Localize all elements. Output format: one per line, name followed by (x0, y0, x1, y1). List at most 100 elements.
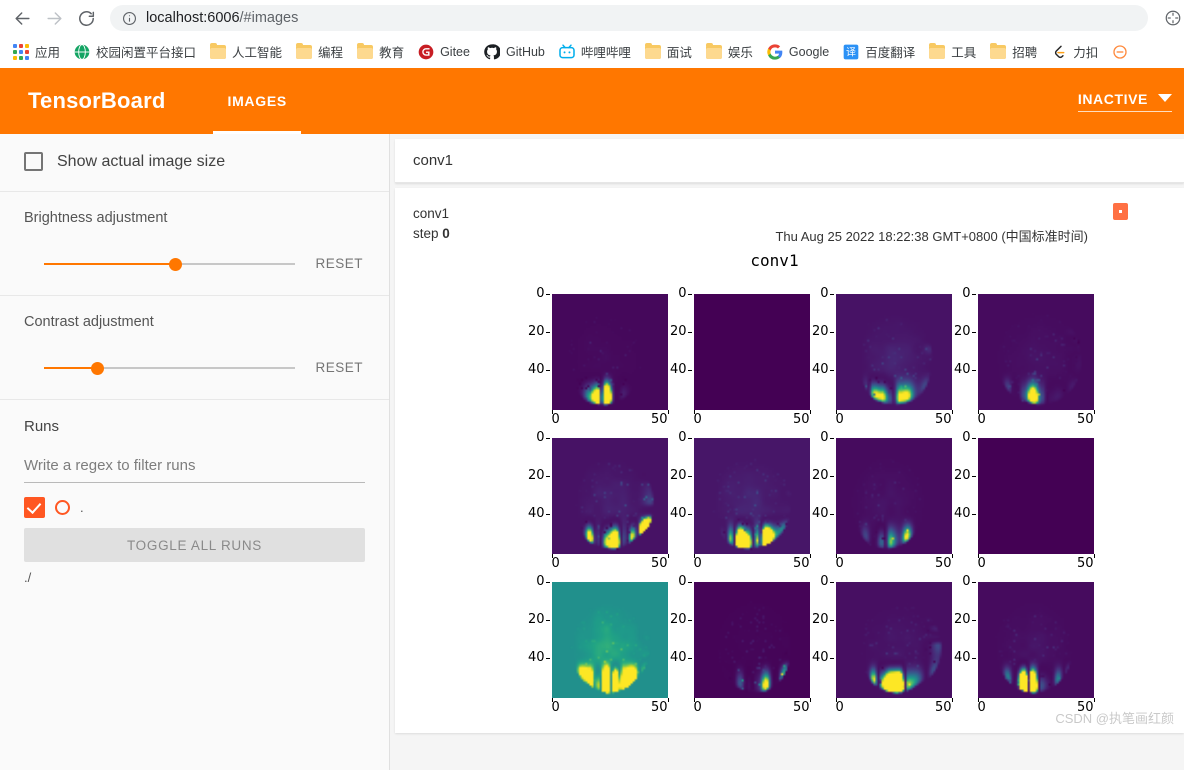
run-color-circle-icon (55, 500, 70, 515)
bookmark-recruitment[interactable]: 招聘 (983, 39, 1044, 64)
y-axis-tick-label: 0 (798, 286, 834, 301)
runs-filter-input[interactable] (24, 457, 365, 483)
apps-grid-icon (13, 43, 29, 60)
run-item[interactable]: . (24, 497, 365, 518)
y-axis-tick-label: 20 (514, 468, 550, 483)
image-card: conv1 step 0 Thu Aug 25 2022 18:22:38 GM… (395, 188, 1184, 733)
folder-icon (705, 42, 722, 59)
tensorboard-logo[interactable]: TensorBoard (0, 68, 207, 134)
y-axis-tick-label: 40 (514, 650, 550, 665)
contrast-slider[interactable] (44, 359, 296, 377)
brightness-label: Brightness adjustment (24, 210, 168, 226)
sidebar: Show actual image size Brightness adjust… (0, 134, 390, 770)
contrast-reset-button[interactable]: RESET (313, 356, 365, 379)
subplot: 0 20 40 0 50 (940, 574, 1095, 718)
bookmark-label: 招聘 (1012, 46, 1038, 60)
feature-map-image (693, 582, 810, 698)
bookmark-ai[interactable]: 人工智能 (203, 39, 289, 64)
feature-map-canvas (693, 438, 810, 554)
toggle-all-runs-button[interactable]: TOGGLE ALL RUNS (24, 528, 365, 562)
y-axis-tick-label: 20 (656, 612, 692, 627)
extension-icon[interactable] (1164, 9, 1182, 27)
site-info-icon[interactable] (122, 11, 137, 26)
brightness-reset-button[interactable]: RESET (313, 252, 365, 275)
y-axis-tick-label: 20 (656, 468, 692, 483)
folder-icon (357, 42, 374, 59)
x-axis-tick-labels: 0 50 (552, 700, 668, 715)
run-path-label: ./ (24, 570, 32, 585)
bookmark-label: 工具 (951, 46, 977, 60)
y-axis-tick-label: 0 (798, 430, 834, 445)
x-axis-tick-label: 0 (977, 412, 986, 427)
show-actual-size-row[interactable]: Show actual image size (24, 152, 365, 171)
y-axis-tick-label: 40 (940, 650, 976, 665)
subplot: 0 20 40 0 50 (656, 430, 811, 574)
bookmark-programming[interactable]: 编程 (289, 39, 350, 64)
back-arrow-icon[interactable] (8, 4, 36, 32)
bookmark-overflow[interactable] (1105, 41, 1135, 63)
run-name-label: . (80, 500, 84, 515)
contrast-label: Contrast adjustment (24, 314, 154, 330)
subplot: 0 20 40 0 50 (798, 286, 953, 430)
y-axis-tick-label: 40 (656, 650, 692, 665)
feature-map-canvas (693, 582, 810, 698)
image-step: step 0 (413, 224, 450, 244)
bookmark-label: 编程 (318, 46, 344, 60)
bookmarks-bar: 应用 校园闲置平台接口 人工智能 编程 教育 Gitee GitHub 哔哩哔哩… (0, 36, 1184, 68)
x-axis-tick-labels: 0 50 (694, 556, 810, 571)
show-actual-size-section: Show actual image size (0, 134, 389, 192)
bookmark-apps[interactable]: 应用 (6, 39, 67, 64)
category-card: conv1 (395, 139, 1184, 183)
svg-text:译: 译 (846, 46, 856, 58)
feature-map-image (977, 582, 1094, 698)
show-actual-size-checkbox[interactable] (24, 152, 43, 171)
brightness-slider[interactable] (44, 255, 296, 273)
x-axis-tick-labels: 0 50 (552, 556, 668, 571)
bookmark-interview[interactable]: 面试 (638, 39, 699, 64)
feature-map-image (835, 582, 952, 698)
bilibili-icon (559, 43, 575, 58)
y-axis-tick-label: 40 (940, 506, 976, 521)
bookmark-baidu-translate[interactable]: 译 百度翻译 (836, 39, 922, 64)
image-timestamp: Thu Aug 25 2022 18:22:38 GMT+0800 (中国标准时… (775, 229, 1088, 244)
slider-thumb[interactable] (168, 257, 182, 271)
y-axis-tick-label: 0 (656, 286, 692, 301)
bookmark-label: 力扣 (1073, 46, 1099, 60)
tensorboard-body: Show actual image size Brightness adjust… (0, 134, 1184, 770)
contrast-section: Contrast adjustment RESET (0, 296, 389, 400)
slider-fill (44, 262, 175, 265)
y-axis-tick-label: 20 (940, 612, 976, 627)
bookmark-tools[interactable]: 工具 (922, 39, 983, 64)
y-axis-tick-label: 0 (940, 286, 976, 301)
address-bar[interactable]: localhost:6006/#images (110, 5, 1148, 31)
run-checkbox[interactable] (24, 497, 45, 518)
subplot: 0 20 40 0 50 (798, 574, 953, 718)
y-axis-tick-label: 20 (798, 468, 834, 483)
reload-icon[interactable] (72, 4, 100, 32)
x-axis-tick-mark (1093, 554, 1095, 558)
run-status-selector[interactable]: INACTIVE (1077, 91, 1172, 112)
bookmark-leetcode[interactable]: 力扣 (1044, 39, 1105, 64)
bookmark-education[interactable]: 教育 (350, 39, 411, 64)
chevron-down-icon[interactable] (1158, 93, 1172, 102)
bookmark-gitee[interactable]: Gitee (411, 41, 477, 63)
feature-map-canvas (977, 294, 1094, 410)
google-icon (767, 43, 783, 60)
slider-thumb[interactable] (90, 361, 104, 375)
bookmark-google[interactable]: Google (760, 41, 836, 63)
subplot: 0 20 40 0 50 (656, 286, 811, 430)
bookmark-label: 人工智能 (232, 46, 283, 60)
folder-icon (929, 42, 946, 59)
tab-images[interactable]: IMAGES (207, 68, 306, 134)
y-axis-tick-label: 0 (798, 574, 834, 589)
bookmark-entertainment[interactable]: 娱乐 (699, 39, 760, 64)
bookmark-label: 娱乐 (727, 46, 753, 60)
forward-arrow-icon[interactable] (40, 4, 68, 32)
bookmark-campus-platform[interactable]: 校园闲置平台接口 (67, 39, 203, 64)
subplot: 0 20 40 0 50 (514, 574, 669, 718)
feature-map-canvas (693, 294, 810, 410)
bookmark-bilibili[interactable]: 哔哩哔哩 (552, 39, 638, 64)
bookmark-github[interactable]: GitHub (477, 41, 552, 63)
url-host: localhost:6006 (146, 10, 240, 26)
subplot: 0 20 40 0 50 (656, 574, 811, 718)
